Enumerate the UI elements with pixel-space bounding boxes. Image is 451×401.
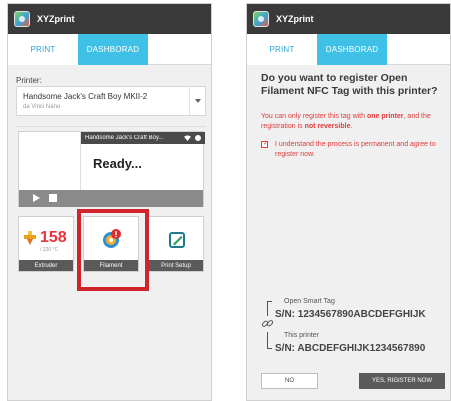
printer-label: Printer: <box>16 76 42 85</box>
camera-preview <box>19 132 81 190</box>
extruder-temperature: 158 <box>40 229 67 246</box>
consent-checkbox-row[interactable]: ✓ I understand the process is permanent … <box>261 141 447 165</box>
register-question: Do you want to register Open Filament NF… <box>261 72 438 97</box>
connector-line <box>267 301 268 316</box>
printer-status-card: Handsome Jack's Craft Boy... Ready... <box>18 131 205 207</box>
tag-label: Open Smart Tag <box>284 298 335 305</box>
register-nfc-panel: XYZprint PRINT DASHBORAD Do you want to … <box>246 3 451 401</box>
tab-print[interactable]: PRINT <box>8 34 78 65</box>
register-warning: You can only register this tag with one … <box>261 112 447 132</box>
tab-bar: PRINT DASHBORAD <box>247 34 450 65</box>
filament-highlight <box>77 209 149 291</box>
checkmark-icon: ✓ <box>263 141 269 147</box>
tag-serial-number: S/N: 1234567890ABCDEFGHIJK <box>275 309 426 320</box>
consent-label: I understand the process is permanent an… <box>275 141 436 158</box>
app-title: XYZprint <box>37 14 75 24</box>
app-logo-icon <box>253 11 269 27</box>
app-title: XYZprint <box>276 14 314 24</box>
link-chain-icon <box>261 320 274 327</box>
title-bar: XYZprint <box>247 4 450 34</box>
printer-label: This printer <box>284 332 320 339</box>
register-now-button[interactable]: YES, RIGISTER NOW <box>359 373 445 389</box>
printer-name: Handsome Jack's Craft Boy MKII-2 <box>23 92 148 101</box>
no-button[interactable]: NO <box>261 373 318 389</box>
connector-line <box>267 301 272 302</box>
warning-text: You can only register this tag with <box>261 113 367 120</box>
print-setup-tile[interactable]: Print Setup <box>148 216 204 272</box>
play-icon[interactable] <box>33 194 40 202</box>
status-text: Ready... <box>93 156 142 171</box>
status-header: Handsome Jack's Craft Boy... <box>81 132 205 144</box>
tab-dashboard[interactable]: DASHBORAD <box>317 34 387 65</box>
extruder-tile[interactable]: 158 / 220 °C Extruder <box>18 216 74 272</box>
tab-dashboard[interactable]: DASHBORAD <box>78 34 148 65</box>
consent-checkbox[interactable]: ✓ <box>261 141 268 148</box>
extruder-label: Extruder <box>19 260 73 271</box>
connector-line <box>267 348 272 349</box>
warning-text: . <box>350 123 353 130</box>
warning-emphasis: not reversible <box>304 123 351 130</box>
printer-select[interactable]: Handsome Jack's Craft Boy MKII-2 da Vinc… <box>16 86 206 116</box>
printer-serial-number: S/N: ABCDEFGHIJK1234567890 <box>275 343 426 354</box>
print-setup-icon <box>169 232 185 248</box>
wifi-icon <box>184 135 191 141</box>
print-setup-label: Print Setup <box>149 260 203 271</box>
dropdown-button[interactable] <box>189 87 205 115</box>
dashboard-panel: XYZprint PRINT DASHBORAD Printer: Handso… <box>7 3 212 401</box>
status-printer-name: Handsome Jack's Craft Boy... <box>85 135 164 141</box>
app-logo-icon <box>14 11 30 27</box>
connector-line <box>267 332 268 349</box>
stop-icon[interactable] <box>49 194 57 202</box>
title-bar: XYZprint <box>8 4 211 34</box>
status-dot-icon <box>195 135 201 141</box>
chevron-down-icon <box>194 99 201 103</box>
warning-emphasis: one printer <box>366 113 404 120</box>
printer-model: da Vinci Nano <box>23 104 61 110</box>
tab-bar: PRINT DASHBORAD <box>8 34 211 65</box>
extruder-icon <box>24 231 36 245</box>
extruder-target-temp: / 220 °C <box>40 247 59 253</box>
print-controls <box>19 190 203 207</box>
tab-print[interactable]: PRINT <box>247 34 317 65</box>
divider <box>16 126 206 127</box>
